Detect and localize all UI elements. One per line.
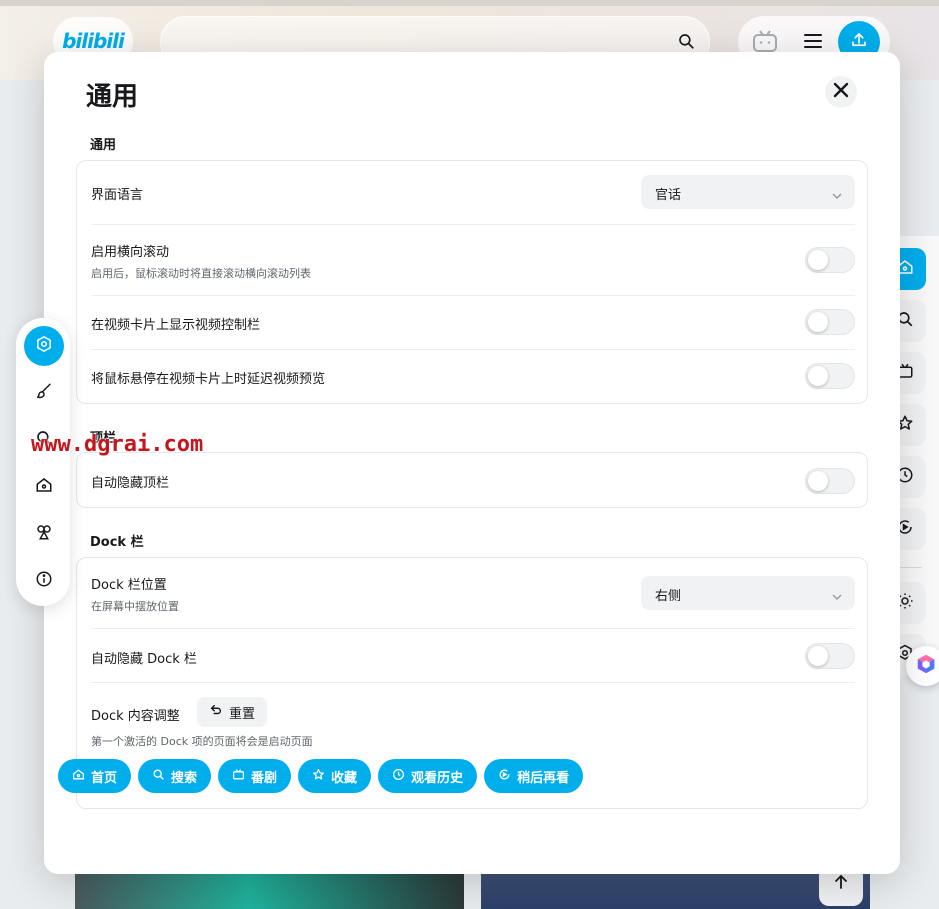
settings-group-topbar: 自动隐藏顶栏 [76, 452, 868, 508]
horizontal-scroll-toggle[interactable] [805, 247, 855, 273]
dock-chip-anime[interactable]: 番剧 [218, 759, 292, 793]
dock-items-list: 首页 搜索 番剧 收藏 观看历史 稍后再看 [58, 759, 584, 793]
home-icon [35, 476, 53, 498]
dock-chip-history[interactable]: 观看历史 [378, 759, 478, 793]
setting-row-video-controls: 在视频卡片上显示视频控制栏 [91, 296, 855, 350]
toggle-knob [808, 250, 828, 270]
search-icon [152, 768, 165, 785]
reset-label: 重置 [228, 706, 255, 722]
setting-label: 自动隐藏 Dock 栏 [91, 652, 197, 667]
select-value: 官话 [655, 188, 682, 203]
chip-label: 首页 [91, 770, 118, 786]
autohide-dock-toggle[interactable] [805, 643, 855, 669]
modal-title: 通用 [86, 82, 139, 112]
setting-row-autohide-topbar: 自动隐藏顶栏 [91, 453, 855, 509]
info-icon [35, 570, 53, 592]
dock-chip-favorites[interactable]: 收藏 [298, 759, 372, 793]
chevron-down-icon [831, 187, 843, 206]
chip-label: 稍后再看 [517, 770, 570, 786]
watermark-text: www.dgrai.com [31, 432, 204, 457]
setting-row-autohide-dock: 自动隐藏 Dock 栏 [91, 629, 855, 683]
nav-item-general[interactable] [24, 326, 64, 366]
toggle-knob [808, 312, 828, 332]
setting-row-horizontal-scroll: 启用横向滚动 启用后，鼠标滚动时将直接滚动横向滚动列表 [91, 225, 855, 296]
brush-icon [35, 382, 53, 404]
setting-row-hover-preview: 将鼠标悬停在视频卡片上时延迟视频预览 [91, 350, 855, 404]
setting-description: 启用后，鼠标滚动时将直接滚动横向滚动列表 [91, 267, 311, 280]
close-icon [833, 82, 849, 102]
nav-item-plugins[interactable] [24, 514, 64, 554]
setting-row-language: 界面语言 官话 [91, 161, 855, 225]
nav-item-about[interactable] [24, 561, 64, 601]
star-icon [312, 768, 325, 785]
settings-modal: 通用 通用 界面语言 官话 启用横向滚动 启用后，鼠标滚动时将直接滚动横向滚动列… [44, 52, 900, 874]
arrow-up-icon [833, 874, 849, 894]
close-button[interactable] [825, 76, 857, 108]
setting-row-dock-position: Dock 栏位置 在屏幕中摆放位置 右侧 [91, 558, 855, 629]
setting-label: 自动隐藏顶栏 [91, 476, 170, 491]
upload-icon [850, 31, 868, 53]
setting-label: Dock 栏位置 [91, 578, 167, 593]
nav-item-appearance[interactable] [24, 373, 64, 413]
reset-button[interactable]: 重置 [197, 697, 267, 727]
language-select[interactable]: 官话 [641, 175, 855, 209]
setting-label: 界面语言 [91, 188, 144, 203]
chip-label: 观看历史 [411, 770, 464, 786]
cube-logo-icon [915, 653, 937, 679]
chip-label: 搜索 [171, 770, 198, 786]
chip-label: 收藏 [331, 770, 358, 786]
dock-chip-watch-later[interactable]: 稍后再看 [484, 759, 584, 793]
undo-icon [209, 703, 223, 721]
toggle-knob [808, 366, 828, 386]
setting-description: 第一个激活的 Dock 项的页面将会是启动页面 [91, 735, 313, 748]
dock-chip-search[interactable]: 搜索 [138, 759, 212, 793]
search-icon[interactable] [677, 32, 695, 54]
hover-preview-toggle[interactable] [805, 363, 855, 389]
dock-position-select[interactable]: 右侧 [641, 576, 855, 610]
setting-label: 将鼠标悬停在视频卡片上时延迟视频预览 [91, 372, 326, 387]
section-title-general: 通用 [90, 138, 117, 153]
tv-icon [232, 768, 245, 785]
setting-description: 在屏幕中摆放位置 [91, 600, 179, 613]
autohide-topbar-toggle[interactable] [805, 468, 855, 494]
setting-label: 在视频卡片上显示视频控制栏 [91, 318, 261, 333]
nav-item-home[interactable] [24, 467, 64, 507]
chevron-down-icon [831, 588, 843, 607]
assistant-badge[interactable] [906, 646, 939, 686]
video-controls-toggle[interactable] [805, 309, 855, 335]
settings-group-general: 界面语言 官话 启用横向滚动 启用后，鼠标滚动时将直接滚动横向滚动列表 在视频卡… [76, 160, 868, 404]
watch-later-icon [498, 768, 511, 785]
section-title-dock: Dock 栏 [90, 535, 144, 550]
chip-label: 番剧 [251, 770, 278, 786]
dock-chip-home[interactable]: 首页 [58, 759, 132, 793]
home-icon [72, 768, 85, 785]
shapes-icon [35, 523, 53, 545]
setting-label: Dock 内容调整 [91, 709, 180, 724]
gear-icon [35, 335, 53, 357]
setting-label: 启用横向滚动 [91, 245, 170, 260]
toggle-knob [808, 471, 828, 491]
toggle-knob [808, 646, 828, 666]
select-value: 右侧 [655, 589, 682, 604]
top-strip [0, 0, 939, 6]
clock-icon [392, 768, 405, 785]
menu-icon[interactable] [804, 32, 822, 54]
